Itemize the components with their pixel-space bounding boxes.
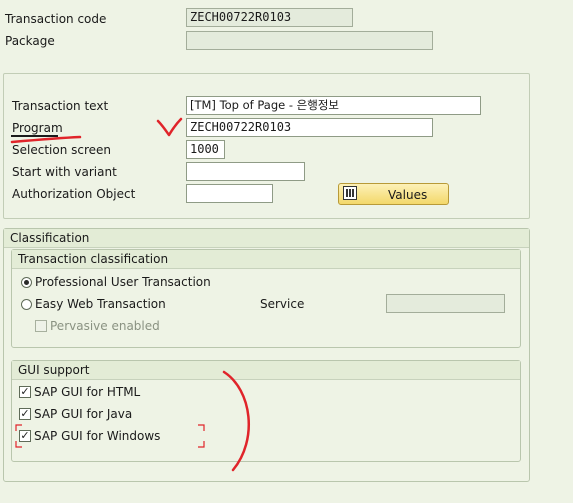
- service-input[interactable]: [386, 294, 505, 313]
- service-label: Service: [260, 297, 305, 311]
- pervasive-enabled-label: Pervasive enabled: [50, 319, 160, 333]
- sap-gui-windows-checkbox[interactable]: ✓: [19, 430, 31, 442]
- radio-selected-dot: [24, 280, 29, 285]
- sap-gui-java-checkbox[interactable]: ✓: [19, 408, 31, 420]
- classification-title: Classification: [4, 229, 529, 248]
- start-with-variant-label: Start with variant: [12, 165, 117, 179]
- sap-gui-html-checkbox[interactable]: ✓: [19, 386, 31, 398]
- selection-screen-input[interactable]: 1000: [186, 140, 225, 159]
- selection-screen-label: Selection screen: [12, 143, 112, 157]
- professional-user-label: Professional User Transaction: [35, 275, 211, 289]
- pervasive-enabled-checkbox: [35, 320, 47, 332]
- values-button[interactable]: Values: [338, 183, 449, 205]
- transaction-text-input[interactable]: [TM] Top of Page - 은행정보: [186, 96, 481, 115]
- values-button-label: Values: [388, 188, 428, 202]
- gui-support-title: GUI support: [12, 361, 520, 380]
- program-label-underline: [11, 135, 58, 137]
- program-label: Program: [12, 121, 63, 135]
- authorization-object-label: Authorization Object: [12, 187, 136, 201]
- program-input[interactable]: ZECH00722R0103: [186, 118, 433, 137]
- easy-web-label: Easy Web Transaction: [35, 297, 166, 311]
- easy-web-radio[interactable]: [21, 299, 32, 310]
- sap-gui-windows-label: SAP GUI for Windows: [34, 429, 161, 443]
- sap-gui-java-label: SAP GUI for Java: [34, 407, 133, 421]
- transaction-code-field: ZECH00722R0103: [186, 8, 353, 27]
- transaction-code-label: Transaction code: [5, 12, 107, 26]
- transaction-text-label: Transaction text: [12, 99, 109, 113]
- package-label: Package: [5, 34, 55, 48]
- table-icon: [343, 186, 357, 200]
- package-field[interactable]: [186, 31, 433, 50]
- start-with-variant-input[interactable]: [186, 162, 305, 181]
- authorization-object-input[interactable]: [186, 184, 273, 203]
- professional-user-radio[interactable]: [21, 277, 32, 288]
- sap-gui-html-label: SAP GUI for HTML: [34, 385, 141, 399]
- transaction-classification-title: Transaction classification: [12, 250, 520, 269]
